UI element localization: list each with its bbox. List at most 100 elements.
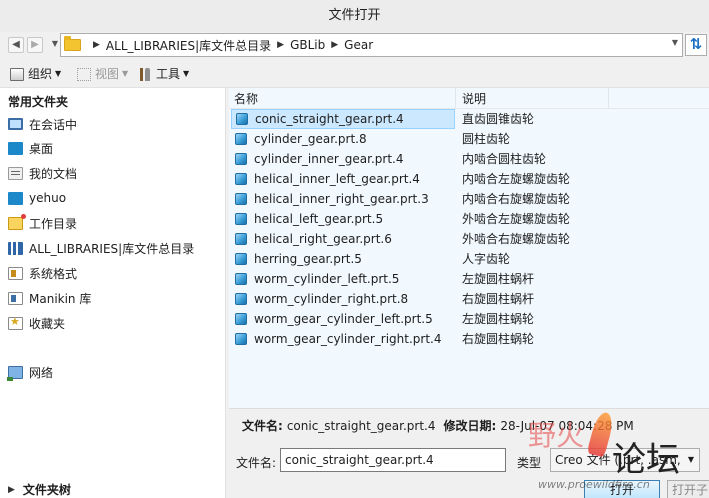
file-row[interactable]: cylinder_gear.prt.8 圆柱齿轮 xyxy=(229,129,709,149)
details-bar: 文件名: conic_straight_gear.prt.4 修改日期: 28-… xyxy=(229,408,709,442)
file-name-cell[interactable]: worm_gear_cylinder_left.prt.5 xyxy=(231,309,455,329)
file-name: worm_cylinder_right.prt.8 xyxy=(254,292,409,306)
address-row: ◀ ▶ ▼ ▶ ALL_LIBRARIES|库文件总目录 ▶ GBLib ▶ G… xyxy=(0,32,709,58)
breadcrumb-separator-icon[interactable]: ▶ xyxy=(331,40,338,50)
file-name-cell[interactable]: worm_gear_cylinder_right.prt.4 xyxy=(231,329,455,349)
sidebar-item-in-session[interactable]: 在会话中 xyxy=(8,114,77,134)
tools-icon xyxy=(138,67,152,81)
sidebar-item-all-libraries[interactable]: ALL_LIBRARIES|库文件总目录 xyxy=(8,238,194,258)
breadcrumb-item[interactable]: ALL_LIBRARIES|库文件总目录 xyxy=(106,37,271,54)
file-list: 名称 说明 conic_straight_gear.prt.4 直齿圆锥齿轮 cyl… xyxy=(229,88,709,408)
footer: 文件名: 类型 Creo 文件 (.prt, .asm, ▼ 打开 打开子 xyxy=(229,442,709,498)
file-name-cell[interactable]: cylinder_inner_gear.prt.4 xyxy=(231,149,455,169)
system-format-icon xyxy=(8,266,23,280)
breadcrumb-item[interactable]: Gear xyxy=(344,38,373,52)
file-description: 左旋圆柱蜗杆 xyxy=(462,272,535,286)
sidebar-item-desktop[interactable]: 桌面 xyxy=(8,138,53,158)
column-headers: 名称 说明 xyxy=(229,88,709,109)
file-row[interactable]: conic_straight_gear.prt.4 直齿圆锥齿轮 xyxy=(229,109,709,129)
file-name-cell[interactable]: conic_straight_gear.prt.4 xyxy=(231,109,455,129)
file-type-select[interactable]: Creo 文件 (.prt, .asm, ▼ xyxy=(550,448,700,472)
file-name-cell[interactable]: helical_inner_left_gear.prt.4 xyxy=(231,169,455,189)
sidebar-item-my-documents[interactable]: 我的文档 xyxy=(8,163,77,183)
sidebar-item-system-formats[interactable]: 系统格式 xyxy=(8,263,77,283)
file-row[interactable]: helical_inner_left_gear.prt.4 内啮合左旋螺旋齿轮 xyxy=(229,169,709,189)
chevron-down-icon: ▼ xyxy=(55,69,62,78)
part-file-icon xyxy=(235,213,247,225)
file-row[interactable]: helical_inner_right_gear.prt.3 内啮合右旋螺旋齿轮 xyxy=(229,189,709,209)
file-description: 右旋圆柱蜗杆 xyxy=(462,292,535,306)
breadcrumb-item[interactable]: GBLib xyxy=(290,38,325,52)
filename-input[interactable] xyxy=(280,448,506,472)
view-menu[interactable]: 视图 ▼ xyxy=(77,65,128,83)
file-name-cell[interactable]: worm_cylinder_right.prt.8 xyxy=(231,289,455,309)
file-description: 右旋圆柱蜗轮 xyxy=(462,332,535,346)
file-name: worm_gear_cylinder_right.prt.4 xyxy=(254,332,442,346)
open-subordinate-button[interactable]: 打开子 xyxy=(667,480,709,498)
tools-menu[interactable]: 工具 ▼ xyxy=(138,65,189,83)
file-row[interactable]: helical_left_gear.prt.5 外啮合左旋螺旋齿轮 xyxy=(229,209,709,229)
file-name: helical_right_gear.prt.6 xyxy=(254,232,392,246)
file-row[interactable]: worm_gear_cylinder_right.prt.4 右旋圆柱蜗轮 xyxy=(229,329,709,349)
file-name: herring_gear.prt.5 xyxy=(254,252,362,266)
file-name-cell[interactable]: herring_gear.prt.5 xyxy=(231,249,455,269)
sidebar-item-yehuo[interactable]: yehuo xyxy=(8,188,66,208)
working-directory-icon xyxy=(8,213,26,230)
folder-tree-toggle[interactable]: ▶ 文件夹树 xyxy=(8,481,71,498)
sidebar-item-label: Manikin 库 xyxy=(29,291,92,306)
column-header-description[interactable]: 说明 xyxy=(456,88,609,109)
breadcrumb-separator-icon[interactable]: ▶ xyxy=(93,40,100,50)
address-bar[interactable]: ▶ ALL_LIBRARIES|库文件总目录 ▶ GBLib ▶ Gear ▼ xyxy=(60,33,683,57)
file-row[interactable]: herring_gear.prt.5 人字齿轮 xyxy=(229,249,709,269)
file-name-cell[interactable]: cylinder_gear.prt.8 xyxy=(231,129,455,149)
column-header-name[interactable]: 名称 xyxy=(229,88,456,109)
manikin-library-icon xyxy=(8,291,23,305)
address-dropdown-icon[interactable]: ▼ xyxy=(672,38,678,47)
part-file-icon xyxy=(235,173,247,185)
file-row[interactable]: helical_right_gear.prt.6 外啮合右旋螺旋齿轮 xyxy=(229,229,709,249)
sidebar-item-network[interactable]: 网络 xyxy=(7,362,53,382)
forward-button[interactable]: ▶ xyxy=(27,37,43,53)
file-name: worm_gear_cylinder_left.prt.5 xyxy=(254,312,433,326)
back-button[interactable]: ◀ xyxy=(8,37,24,53)
file-name-cell[interactable]: worm_cylinder_left.prt.5 xyxy=(231,269,455,289)
chevron-down-icon: ▼ xyxy=(122,69,129,78)
file-name-cell[interactable]: helical_right_gear.prt.6 xyxy=(231,229,455,249)
sidebar-item-manikin-library[interactable]: Manikin 库 xyxy=(8,288,91,308)
open-button[interactable]: 打开 xyxy=(584,480,660,498)
sidebar-item-favorites[interactable]: 收藏夹 xyxy=(8,313,65,333)
file-name-cell[interactable]: helical_left_gear.prt.5 xyxy=(231,209,455,229)
sidebar-item-working-directory[interactable]: 工作目录 xyxy=(8,213,77,233)
organize-menu[interactable]: 组织 ▼ xyxy=(10,65,61,83)
part-file-icon xyxy=(235,293,247,305)
column-header-empty[interactable] xyxy=(609,88,709,109)
file-description: 外啮合左旋螺旋齿轮 xyxy=(462,212,571,226)
part-file-icon xyxy=(235,133,247,145)
file-row[interactable]: worm_cylinder_right.prt.8 右旋圆柱蜗杆 xyxy=(229,289,709,309)
file-name-cell[interactable]: helical_inner_right_gear.prt.3 xyxy=(231,189,455,209)
part-file-icon xyxy=(235,333,247,345)
file-row[interactable]: worm_gear_cylinder_left.prt.5 左旋圆柱蜗轮 xyxy=(229,309,709,329)
file-description: 内啮合右旋螺旋齿轮 xyxy=(462,192,571,206)
folder-icon xyxy=(64,36,81,51)
part-file-icon xyxy=(235,253,247,265)
chevron-down-icon: ▼ xyxy=(183,69,190,78)
file-row[interactable]: cylinder_inner_gear.prt.4 内啮合圆柱齿轮 xyxy=(229,149,709,169)
refresh-button[interactable]: ⇅ xyxy=(685,34,707,56)
details-modified-value: 28-Jul-07 08:04:28 PM xyxy=(500,418,634,433)
sidebar-item-label: 工作目录 xyxy=(29,216,78,231)
favorites-icon xyxy=(8,315,23,330)
sidebar-item-label: 在会话中 xyxy=(29,117,78,132)
file-name: cylinder_inner_gear.prt.4 xyxy=(254,152,404,166)
sidebar-item-label: 收藏夹 xyxy=(29,316,66,331)
window-title: 文件打开 xyxy=(0,0,709,32)
breadcrumb-separator-icon[interactable]: ▶ xyxy=(277,40,284,50)
part-file-icon xyxy=(236,113,248,125)
organize-label: 组织 xyxy=(28,67,53,81)
file-row[interactable]: worm_cylinder_left.prt.5 左旋圆柱蜗杆 xyxy=(229,269,709,289)
sidebar-header: 常用文件夹 xyxy=(8,95,69,109)
tools-label: 工具 xyxy=(156,67,181,81)
user-folder-icon xyxy=(8,191,23,205)
view-label: 视图 xyxy=(95,67,120,81)
details-filename-value: conic_straight_gear.prt.4 xyxy=(286,418,436,433)
